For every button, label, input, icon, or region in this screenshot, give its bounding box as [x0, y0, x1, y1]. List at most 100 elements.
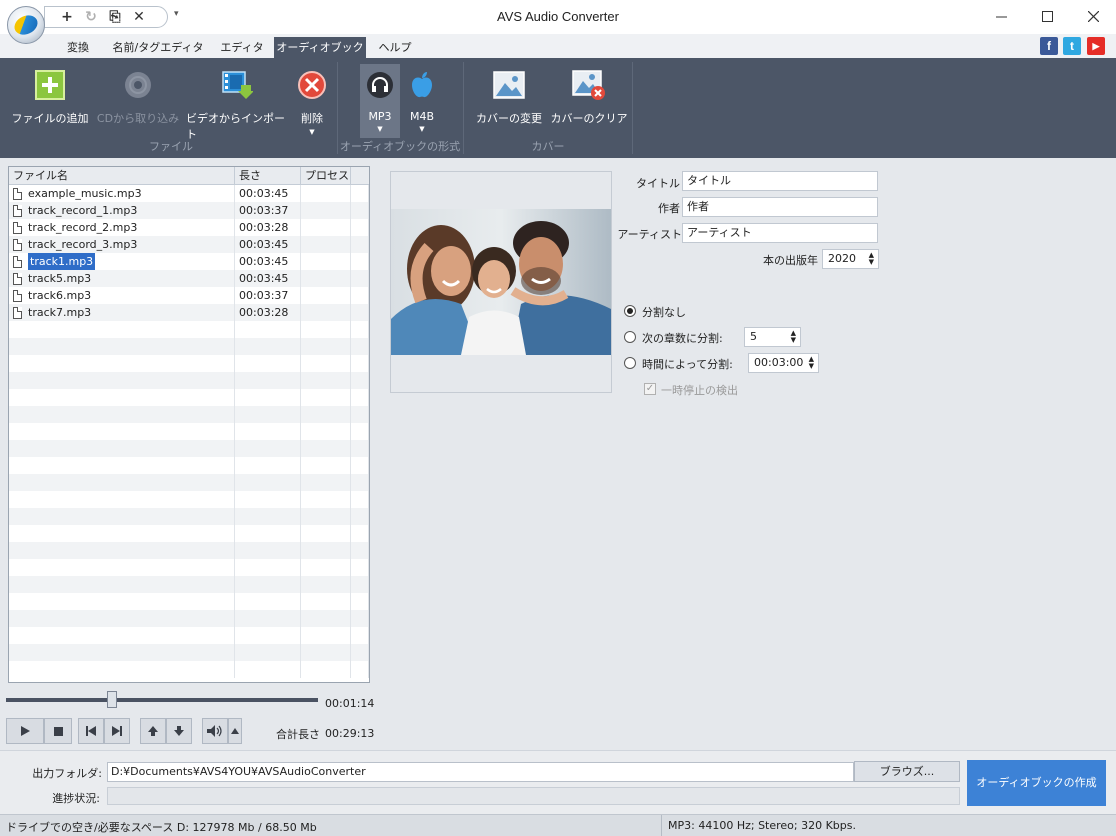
cell-length: 00:03:37 [235, 287, 301, 304]
time-stepper[interactable]: 00:03:00 ▲ ▼ [748, 353, 819, 373]
twitter-icon[interactable]: t [1063, 37, 1081, 55]
tab-tag-editor[interactable]: 名前/タグエディタ [108, 37, 208, 58]
cell-name: track_record_1.mp3 [9, 202, 235, 219]
cell-filler [351, 627, 369, 644]
cell-name [9, 576, 235, 593]
table-row-empty [9, 576, 369, 593]
table-row-empty [9, 457, 369, 474]
output-folder-input[interactable]: D:¥Documents¥AVS4YOU¥AVSAudioConverter [107, 762, 854, 782]
column-header-name[interactable]: ファイル名 [9, 167, 235, 184]
mp3-label: MP3 [368, 110, 392, 123]
group-label-format: オーディオブックの形式 [339, 140, 461, 153]
cell-process [301, 627, 351, 644]
create-audiobook-button[interactable]: オーディオブックの作成 [967, 760, 1106, 806]
cd-rip-button[interactable]: CDから取り込み [96, 64, 180, 142]
total-length-label: 合計長さ [276, 728, 320, 741]
author-label: 作者 [658, 202, 680, 215]
seek-bar[interactable] [6, 698, 318, 702]
stop-button[interactable] [44, 718, 72, 744]
cell-length [235, 525, 301, 542]
volume-button[interactable] [202, 718, 228, 744]
ribbon: ファイルの追加 CDから取り込み ビデオからインポート 削除 ▼ MP3 ▼ M… [0, 58, 1116, 158]
table-row[interactable]: track_record_3.mp3 00:03:45 [9, 236, 369, 253]
image-icon [492, 68, 526, 102]
file-list-header: ファイル名 長さ プロセス [9, 167, 369, 185]
video-import-icon [220, 68, 254, 102]
cell-length [235, 491, 301, 508]
cell-name [9, 661, 235, 678]
format-m4b-button[interactable]: M4B ▼ [402, 64, 442, 142]
table-row-empty [9, 508, 369, 525]
cell-filler [351, 236, 369, 253]
tab-editor[interactable]: エディタ [214, 37, 270, 58]
delete-button[interactable]: 削除 ▼ [292, 64, 332, 142]
change-cover-button[interactable]: カバーの変更 [472, 64, 546, 142]
cell-process [301, 525, 351, 542]
title-input[interactable]: タイトル [682, 171, 878, 191]
cell-process [301, 508, 351, 525]
seek-thumb[interactable] [107, 691, 118, 708]
table-row[interactable]: track1.mp3 00:03:45 [9, 253, 369, 270]
cell-length [235, 559, 301, 576]
column-header-process[interactable]: プロセス [301, 167, 351, 184]
title-label: タイトル [636, 177, 680, 190]
table-row-empty [9, 440, 369, 457]
app-logo[interactable] [7, 6, 45, 44]
play-button[interactable] [6, 718, 44, 744]
file-icon [13, 289, 22, 302]
cell-name [9, 508, 235, 525]
table-row[interactable]: track_record_2.mp3 00:03:28 [9, 219, 369, 236]
progress-bar [107, 787, 960, 805]
column-header-length[interactable]: 長さ [235, 167, 301, 184]
cell-process [301, 338, 351, 355]
artist-input[interactable]: アーティスト [682, 223, 878, 243]
cell-process [301, 202, 351, 219]
cell-length: 00:03:45 [235, 185, 301, 202]
split-time-radio[interactable] [624, 357, 636, 369]
table-row-empty [9, 321, 369, 338]
browse-button[interactable]: ブラウズ... [854, 761, 960, 782]
format-mp3-button[interactable]: MP3 ▼ [360, 64, 400, 138]
table-row[interactable]: track7.mp3 00:03:28 [9, 304, 369, 321]
table-row[interactable]: track5.mp3 00:03:45 [9, 270, 369, 287]
volume-toggle-button[interactable] [228, 718, 242, 744]
author-input[interactable]: 作者 [682, 197, 878, 217]
add-files-button[interactable]: ファイルの追加 [10, 64, 90, 142]
spin-arrows-icon[interactable]: ▲ ▼ [809, 356, 814, 370]
minimize-button[interactable] [978, 0, 1024, 32]
tab-audiobook[interactable]: オーディオブック [274, 37, 366, 58]
split-chapters-radio[interactable] [624, 331, 636, 343]
table-row[interactable]: example_music.mp3 00:03:45 [9, 185, 369, 202]
spin-arrows-icon[interactable]: ▲ ▼ [869, 252, 874, 266]
maximize-icon [1041, 10, 1053, 22]
next-button[interactable] [104, 718, 130, 744]
progress-label: 進捗状況: [52, 792, 100, 805]
tab-convert[interactable]: 変換 [54, 37, 102, 58]
pause-detect-checkbox[interactable]: ✓ [644, 383, 656, 395]
close-button[interactable] [1070, 0, 1116, 32]
cell-name: track_record_3.mp3 [9, 236, 235, 253]
import-video-button[interactable]: ビデオからインポート [186, 64, 288, 142]
cell-name [9, 457, 235, 474]
facebook-icon[interactable]: f [1040, 37, 1058, 55]
split-none-radio[interactable] [624, 305, 636, 317]
cell-name: track_record_2.mp3 [9, 219, 235, 236]
file-icon [13, 221, 22, 234]
table-row[interactable]: track_record_1.mp3 00:03:37 [9, 202, 369, 219]
cell-name [9, 491, 235, 508]
group-label-file: ファイル [149, 140, 193, 153]
maximize-button[interactable] [1024, 0, 1070, 32]
move-down-button[interactable] [166, 718, 192, 744]
year-stepper[interactable]: 2020 ▲ ▼ [822, 249, 879, 269]
chapters-stepper[interactable]: 5 ▲ ▼ [744, 327, 801, 347]
file-list[interactable]: ファイル名 長さ プロセス example_music.mp3 00:03:45 t… [8, 166, 370, 683]
format-status: MP3: 44100 Hz; Stereo; 320 Kbps. [668, 819, 857, 832]
move-up-button[interactable] [140, 718, 166, 744]
clear-cover-button[interactable]: カバーのクリア [550, 64, 628, 142]
previous-button[interactable] [78, 718, 104, 744]
table-row[interactable]: track6.mp3 00:03:37 [9, 287, 369, 304]
youtube-icon[interactable]: ▶ [1087, 37, 1105, 55]
tab-help[interactable]: ヘルプ [370, 37, 420, 58]
spin-arrows-icon[interactable]: ▲ ▼ [791, 330, 796, 344]
apple-icon [405, 68, 439, 102]
